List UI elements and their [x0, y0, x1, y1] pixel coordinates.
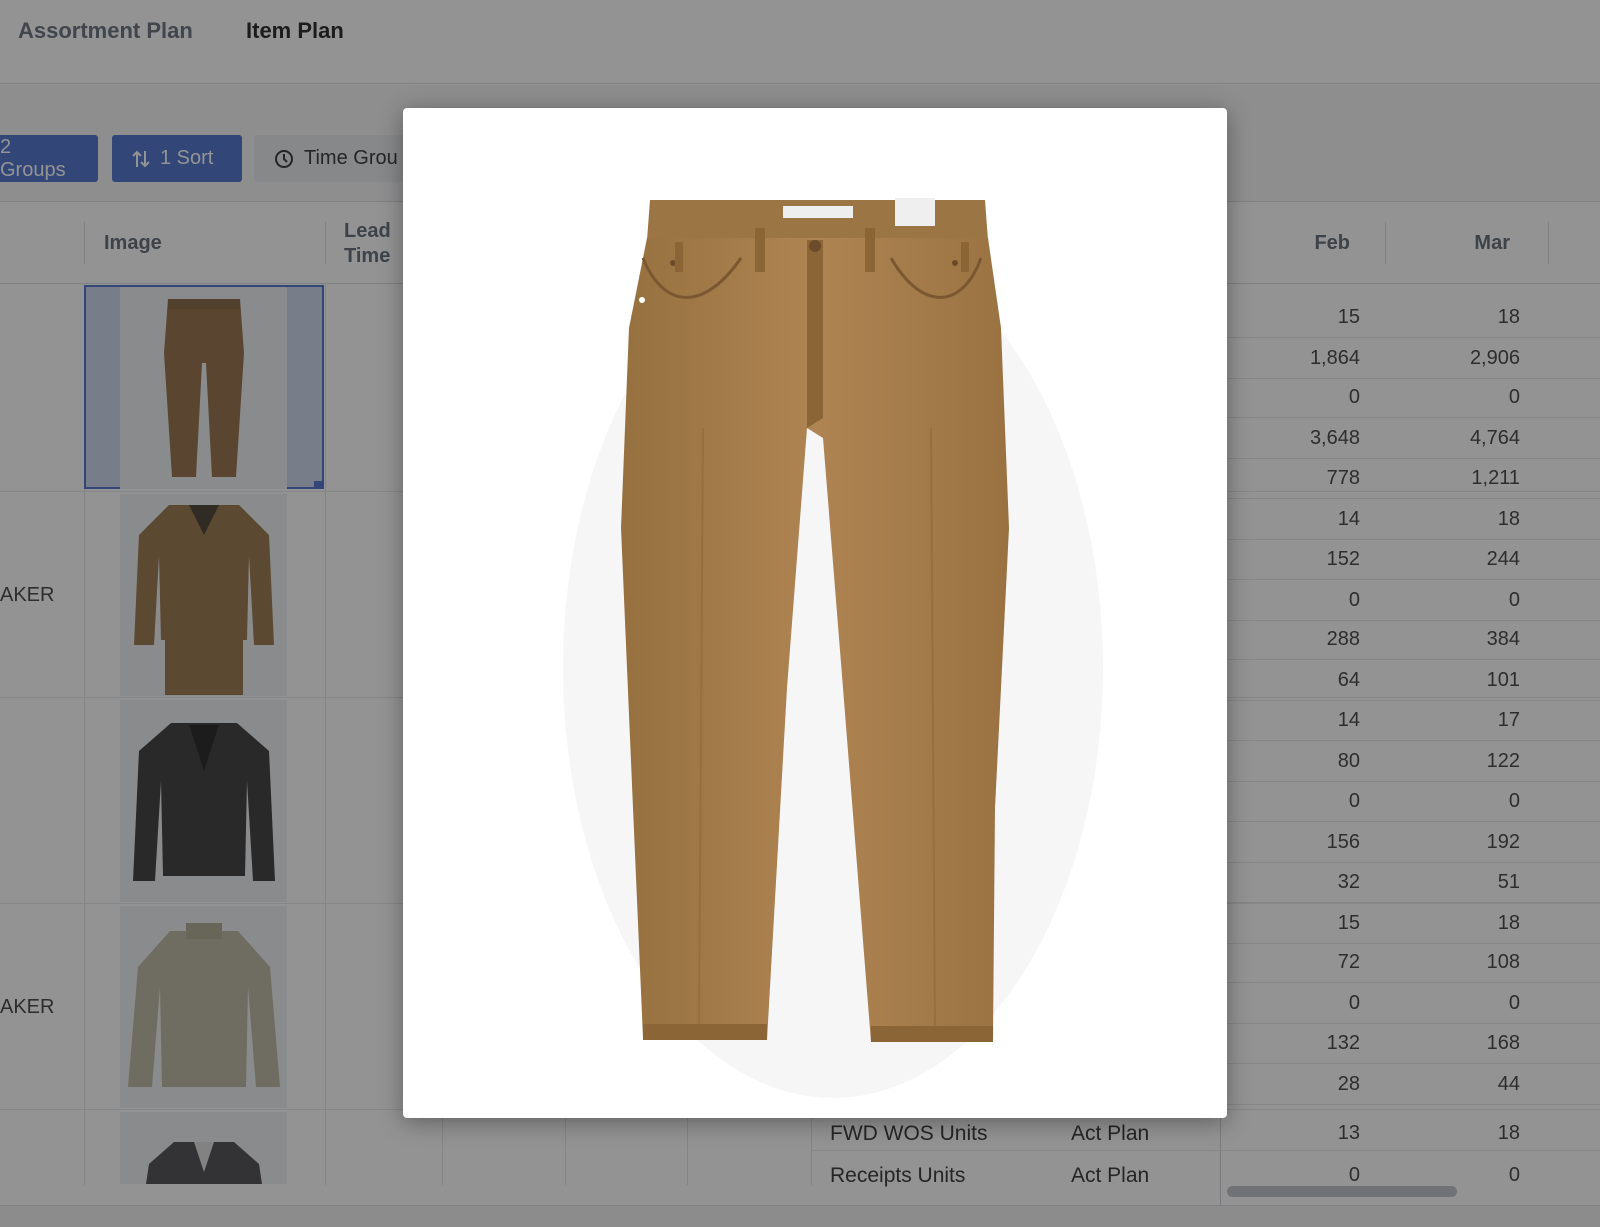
- image-preview-modal: [403, 108, 1227, 1118]
- pants-image: [563, 198, 1103, 1098]
